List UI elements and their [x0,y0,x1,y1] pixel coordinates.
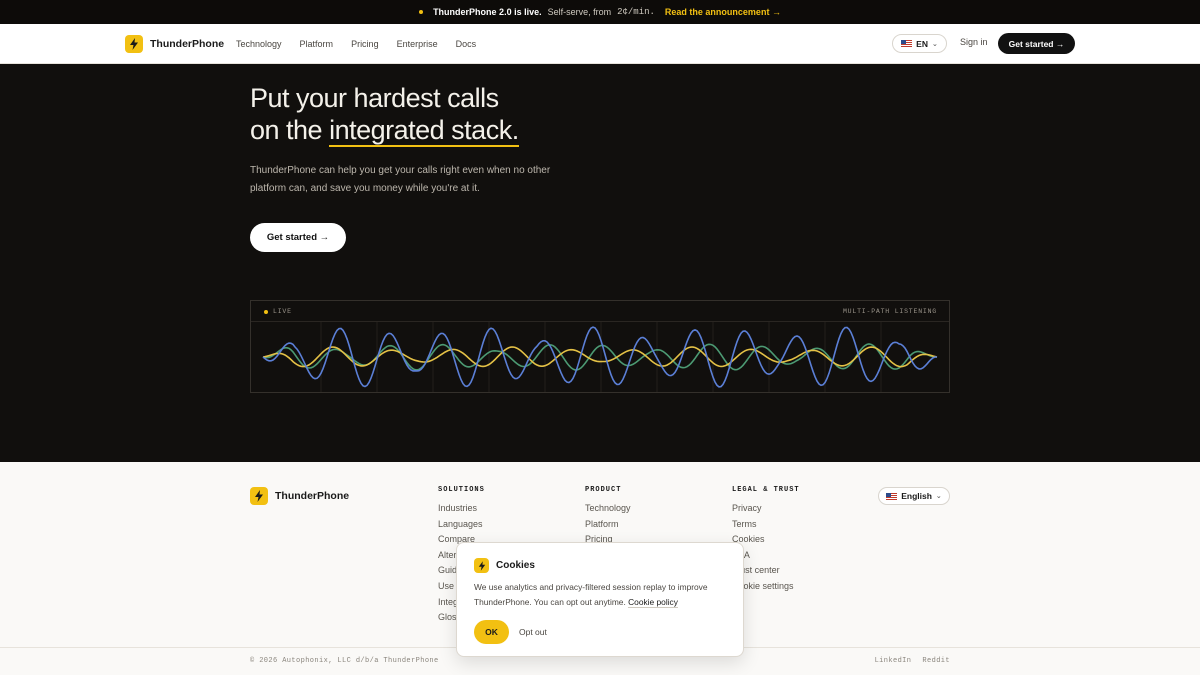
footer-link[interactable]: Languages [438,517,485,533]
hero-title-prefix: on the [250,115,323,145]
cookie-banner-body: We use analytics and privacy-filtered se… [474,580,730,610]
announcement-headline: ThunderPhone 2.0 is live. [433,7,542,17]
cookie-policy-link[interactable]: Cookie policy [628,597,678,608]
nav-link-enterprise[interactable]: Enterprise [397,39,438,49]
footer-link[interactable]: Platform [585,517,631,533]
nav-link-technology[interactable]: Technology [236,39,282,49]
footer-col-heading: SOLUTIONS [438,486,485,494]
announcement-bar: ThunderPhone 2.0 is live. Self-serve, fr… [0,0,1200,24]
nav-link-pricing[interactable]: Pricing [351,39,379,49]
brand-logo[interactable]: ThunderPhone [125,35,224,53]
waveform-panel: LIVE MULTI-PATH LISTENING [250,300,950,393]
lightning-bolt-icon [474,558,489,573]
social-links: LinkedIn Reddit [875,657,950,665]
hero-title-line1: Put your hardest calls [250,83,499,113]
cookie-banner-title: Cookies [496,560,535,571]
cookie-banner: Cookies We use analytics and privacy-fil… [456,542,744,657]
footer-brand-name: ThunderPhone [275,490,350,502]
language-selector[interactable]: EN ⌄ [892,34,947,53]
social-link-reddit[interactable]: Reddit [922,657,950,665]
us-flag-icon [886,492,898,500]
nav-links: Technology Platform Pricing Enterprise D… [236,24,476,64]
nav-link-platform[interactable]: Platform [300,39,334,49]
live-indicator: LIVE [264,308,292,315]
lightning-bolt-icon [125,35,143,53]
waveform-line-2 [262,326,937,388]
waveform-header: LIVE MULTI-PATH LISTENING [251,301,949,322]
language-code: EN [916,38,928,49]
footer-col-product: PRODUCT Technology Platform Pricing [585,486,631,548]
announcement-price: 2¢/min. [617,7,655,17]
get-started-hero-button[interactable]: Get started → [250,223,346,252]
hero-title: Put your hardest calls on the integrated… [250,82,519,147]
live-dot-icon [264,309,268,314]
footer-language-selector[interactable]: English ⌄ [878,487,950,505]
mode-label: MULTI-PATH LISTENING [842,308,937,315]
social-link-linkedin[interactable]: LinkedIn [875,657,912,665]
us-flag-icon [901,40,913,47]
footer-brand-logo[interactable]: ThunderPhone [250,487,349,505]
footer-col-heading: PRODUCT [585,486,622,494]
live-label: LIVE [273,308,292,315]
brand-name: ThunderPhone [150,38,225,50]
hero-lead: ThunderPhone can help you get your calls… [250,165,551,194]
nav-link-docs[interactable]: Docs [456,39,477,49]
footer-link[interactable]: Privacy [732,501,800,517]
chevron-down-icon: ⌄ [931,40,938,48]
footer-language-label: English [901,491,932,501]
hero-title-highlight: integrated stack. [329,115,519,147]
status-dot-icon [419,10,424,14]
hero-title-line2: on the integrated stack. [250,114,519,147]
chevron-down-icon: ⌄ [935,493,942,500]
cookie-banner-header: Cookies [474,558,535,573]
copyright: © 2026 Autophonix, LLC d/b/a ThunderPhon… [250,657,439,665]
get-started-nav-button[interactable]: Get started → [998,33,1075,54]
cookie-opt-out-button[interactable]: Opt out [519,627,547,637]
lightning-bolt-icon [250,487,268,505]
hero-section: Put your hardest calls on the integrated… [0,64,1200,462]
announcement-text: Self-serve, from [547,7,612,17]
footer-link[interactable]: Industries [438,501,485,517]
footer-link[interactable]: Terms [732,517,800,533]
footer-col-heading: LEGAL & TRUST [732,486,800,494]
footer-link[interactable]: Technology [585,501,631,517]
sign-in-link[interactable]: Sign in [960,37,988,47]
announcement-link[interactable]: Read the announcement → [665,7,781,17]
cookie-ok-button[interactable]: OK [474,620,509,644]
waveform-graphic [262,322,938,392]
